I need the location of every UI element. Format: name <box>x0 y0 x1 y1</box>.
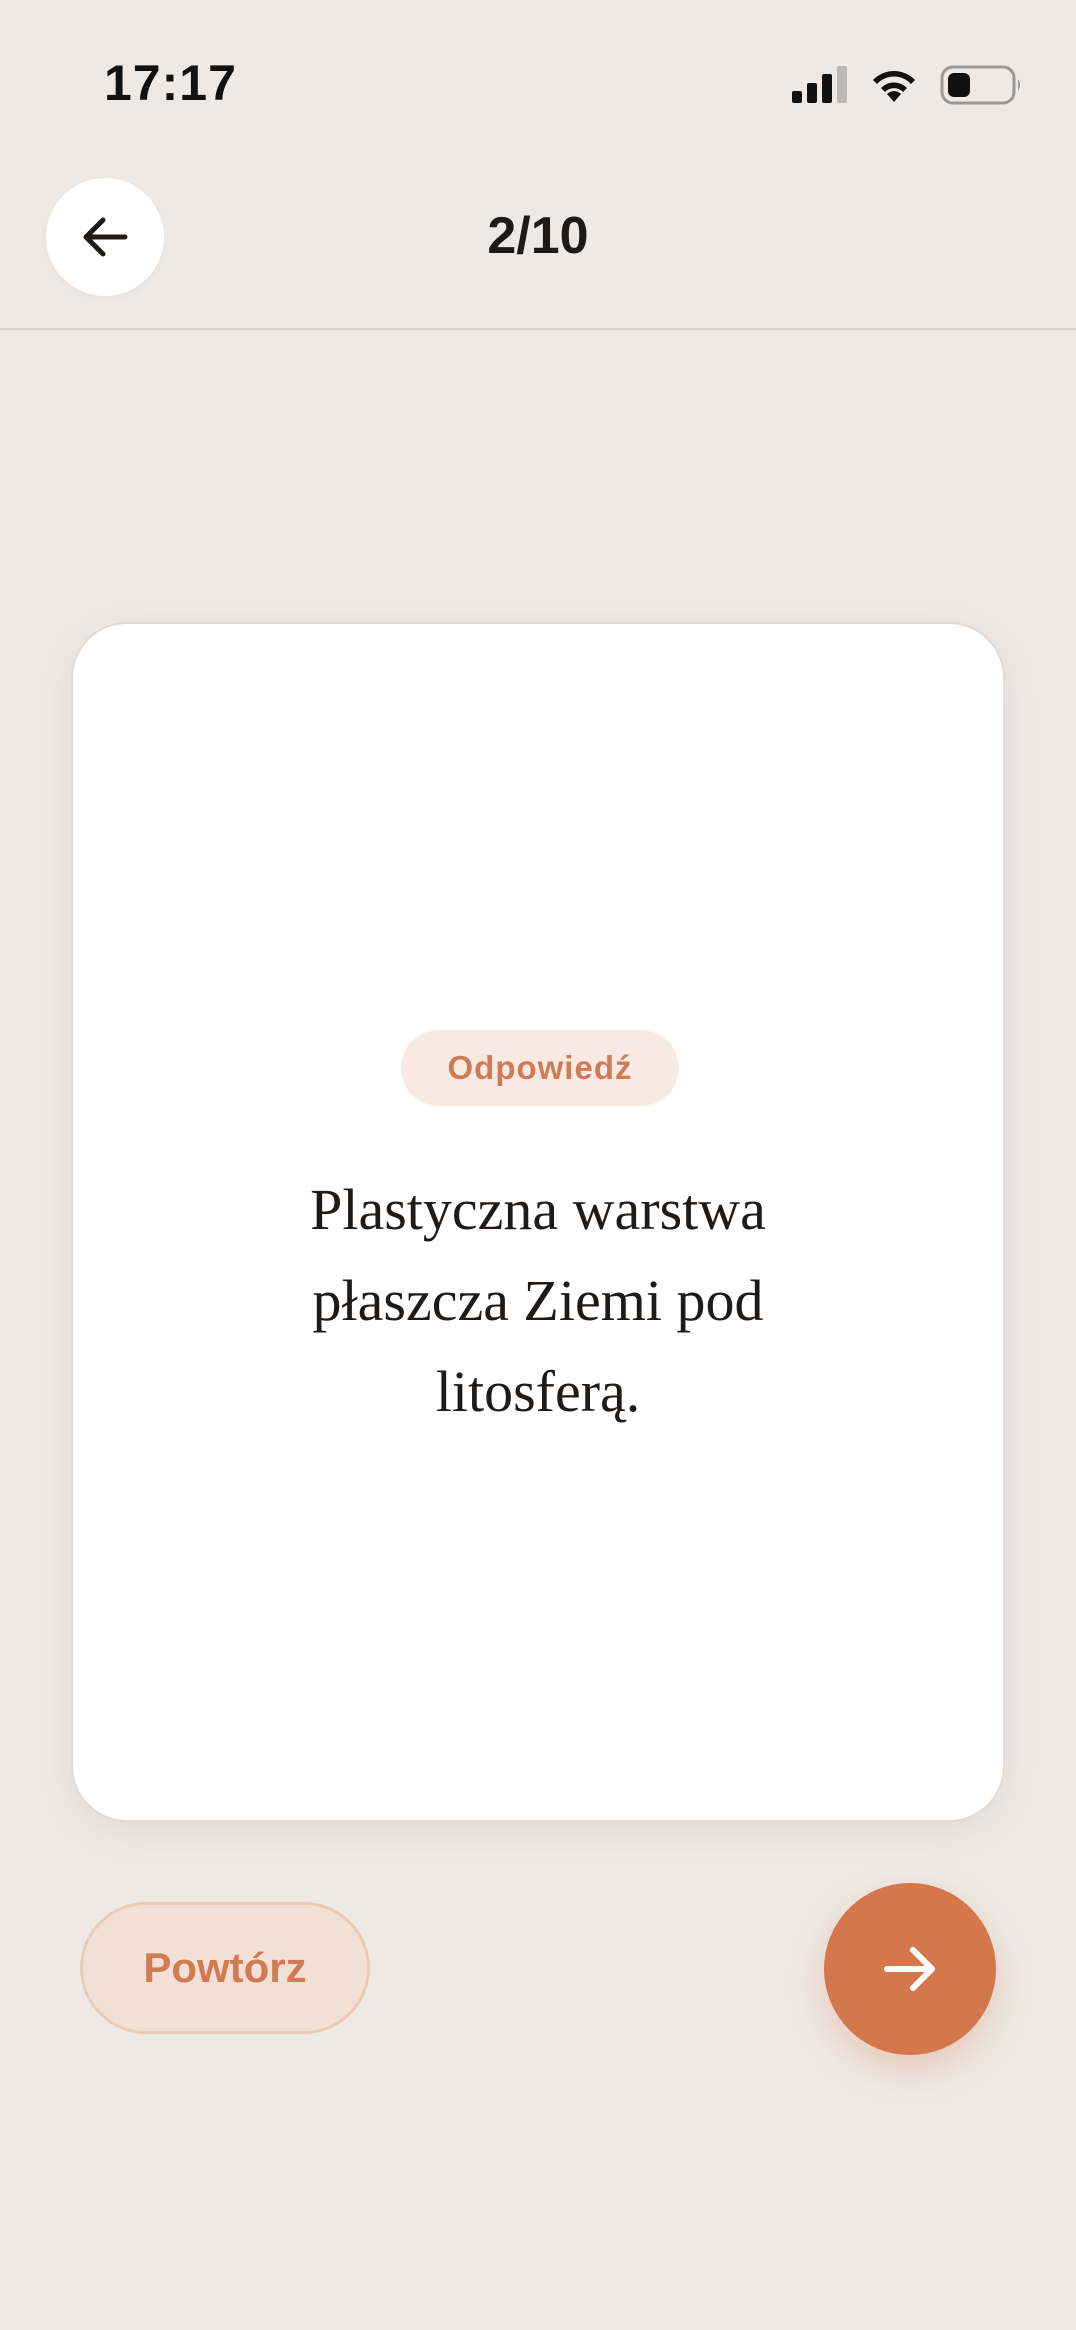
flashcard-screen: 17:17 2/10 Odpowiedź Plastyczna warstwa … <box>0 0 1076 2330</box>
repeat-button[interactable]: Powtórz <box>80 1902 370 2034</box>
status-time: 17:17 <box>104 55 237 111</box>
status-icons <box>790 62 1024 108</box>
answer-text: Plastyczna warstwa płaszcza Ziemi pod li… <box>153 1164 923 1437</box>
flashcard[interactable]: Odpowiedź Plastyczna warstwa płaszcza Zi… <box>71 622 1005 1822</box>
header: 2/10 <box>0 160 1076 330</box>
arrow-right-icon <box>884 1947 935 1991</box>
cellular-signal-icon <box>792 66 847 103</box>
battery-icon <box>940 65 1020 105</box>
next-button[interactable] <box>824 1883 996 2055</box>
answer-line: litosferą. <box>435 1359 641 1424</box>
answer-line: Plastyczna warstwa <box>310 1177 766 1242</box>
wifi-icon <box>873 71 915 102</box>
answer-badge: Odpowiedź <box>401 1030 679 1106</box>
progress-counter: 2/10 <box>487 207 589 265</box>
answer-line: płaszcza Ziemi pod <box>312 1268 764 1333</box>
status-bar: 17:17 <box>0 0 1076 160</box>
